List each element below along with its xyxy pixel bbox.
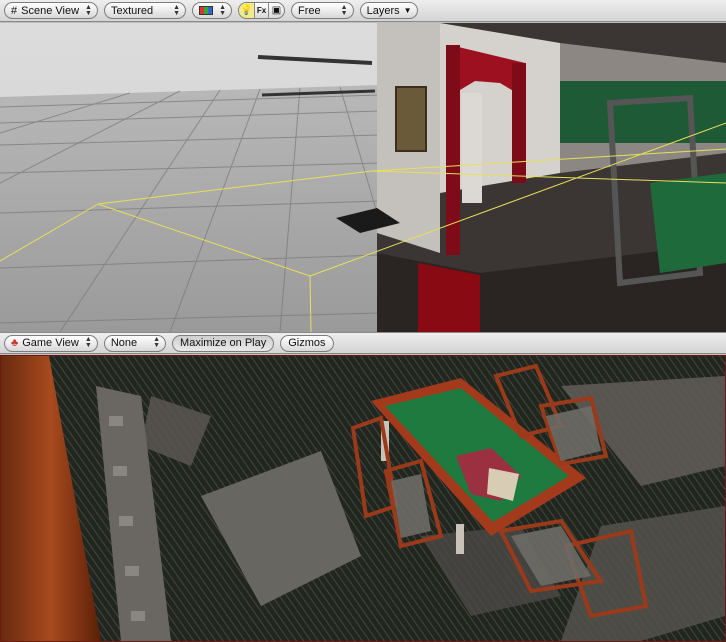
scene-render [0,23,726,332]
scene-view-dropdown[interactable]: # Scene View ▲ ▼ [4,2,98,19]
layers-label: Layers [366,4,400,17]
camera-mode-dropdown[interactable]: Free ▲ ▼ [291,2,354,19]
render-mode-label: Textured [110,4,154,17]
rgb-swatch-icon [199,6,214,15]
grid-icon: # [11,4,18,17]
scene-view-label: Scene View [21,4,80,17]
dropdown-arrows-icon: ▲ ▼ [85,3,92,17]
fx-icon[interactable]: Fx [254,3,270,18]
lightbulb-icon[interactable]: 💡 [239,3,255,18]
game-render [1,356,725,641]
room-render [336,23,726,332]
color-mode-dropdown[interactable]: ▲ ▼ [192,2,233,19]
scene-view-toolbar: # Scene View ▲ ▼ Textured ▲ ▼ ▲ ▼ 💡 Fx ▣ Fr… [0,0,726,22]
layers-dropdown[interactable]: Layers ▼ [359,2,418,19]
chevron-down-icon: ▼ [403,6,412,15]
cube-icon[interactable]: ▣ [269,3,284,18]
game-controller-icon: ♣ [11,337,19,349]
grid-floor [0,85,380,332]
game-view-dropdown[interactable]: ♣ Game View ▲ ▼ [4,334,98,352]
camera-mode-label: Free [298,4,321,17]
aspect-dropdown[interactable]: None ▲ ▼ [103,334,167,352]
game-viewport[interactable] [0,355,726,642]
game-view-label: Game View [22,337,79,349]
game-view-toolbar: ♣ Game View ▲ ▼ None ▲ ▼ Maximize on Play … [0,332,726,354]
gizmos-button[interactable]: Gizmos [280,334,334,352]
dropdown-arrows-icon: ▲ ▼ [173,3,181,17]
dropdown-arrows-icon: ▲ ▼ [153,336,161,349]
maximize-on-play-label: Maximize on Play [180,337,267,349]
gizmos-label: Gizmos [288,337,326,349]
render-mode-dropdown[interactable]: Textured ▲ ▼ [103,2,187,19]
dropdown-arrows-icon: ▲ ▼ [340,3,348,17]
dropdown-arrows-icon: ▲ ▼ [219,3,227,17]
aspect-label: None [110,337,138,349]
scene-viewport[interactable] [0,23,726,332]
dropdown-arrows-icon: ▲ ▼ [84,336,92,349]
maximize-on-play-button[interactable]: Maximize on Play [172,334,275,352]
scene-toggles: 💡 Fx ▣ [238,2,286,19]
